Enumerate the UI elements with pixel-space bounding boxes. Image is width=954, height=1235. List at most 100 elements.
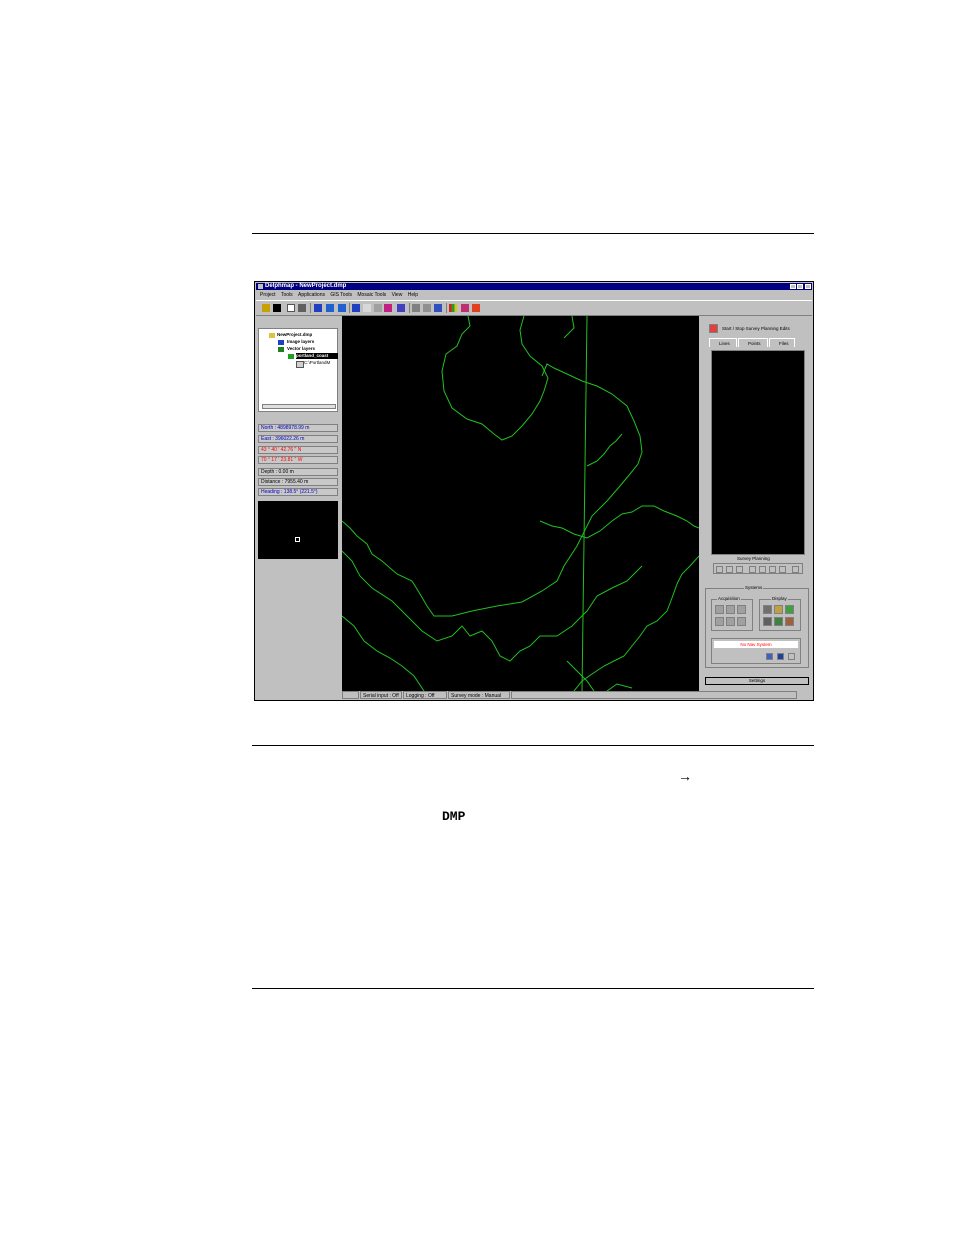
chart-icon[interactable] — [774, 605, 783, 614]
open-folder-icon[interactable] — [262, 304, 270, 312]
menu-help[interactable]: Help — [408, 291, 418, 299]
nav-settings-icon[interactable] — [766, 653, 773, 660]
top-rule — [252, 233, 814, 234]
status-blank — [342, 691, 359, 699]
tab-files-label: Files — [779, 341, 789, 346]
tree-root[interactable]: NewProject.dmp — [277, 332, 312, 338]
zoom-in-icon[interactable] — [326, 304, 334, 312]
nav-warning-icon[interactable] — [788, 653, 795, 660]
text-tool-icon[interactable] — [384, 304, 392, 312]
maximize-button[interactable] — [797, 284, 803, 289]
file-icon — [296, 361, 304, 368]
sonar-icon[interactable] — [715, 605, 724, 614]
measure-icon[interactable] — [352, 304, 360, 312]
stop-icon[interactable] — [726, 617, 735, 626]
tree-image-layers[interactable]: Image layers — [287, 339, 314, 345]
minimize-button[interactable] — [790, 284, 796, 289]
map-view[interactable] — [341, 315, 700, 692]
nav-acq-icon[interactable] — [726, 605, 735, 614]
swap-icon[interactable] — [785, 605, 794, 614]
status-blank — [511, 691, 797, 699]
survey-planning-label: Survey Planning — [737, 556, 770, 561]
nav-connect-icon[interactable] — [777, 653, 784, 660]
menu-tools[interactable]: Tools — [281, 291, 293, 299]
display-label: Display — [771, 596, 788, 601]
menu-project[interactable]: Project — [260, 291, 276, 299]
nav-system-box: No Nav System — [711, 638, 801, 664]
grid-icon[interactable] — [397, 304, 405, 312]
coastline-path — [573, 555, 700, 692]
delete-line-icon[interactable] — [792, 566, 799, 573]
settings-button[interactable]: Settings — [705, 677, 809, 685]
gyro-icon[interactable] — [737, 605, 746, 614]
zoom-out-icon[interactable] — [338, 304, 346, 312]
menu-view[interactable]: View — [392, 291, 403, 299]
palette-icon[interactable] — [461, 304, 469, 312]
new-document-icon[interactable] — [287, 304, 295, 312]
acquisition-label: Acquisition — [717, 596, 741, 601]
north-readout: North : 4898978.99 m — [258, 424, 338, 432]
vector-layer-icon — [278, 347, 284, 352]
list-icon[interactable] — [779, 566, 786, 573]
save-icon[interactable] — [273, 304, 281, 312]
table-icon[interactable] — [434, 304, 442, 312]
reverse-line-icon[interactable] — [759, 566, 766, 573]
profile-icon[interactable] — [785, 617, 794, 626]
close-button[interactable] — [805, 284, 811, 289]
acquisition-group — [711, 599, 753, 631]
application-window: Delphmap - NewProject.dmp Project Tools … — [254, 281, 814, 701]
next-line-icon[interactable] — [736, 566, 743, 573]
arrow-glyph: → — [678, 768, 692, 784]
toolbar-separator — [310, 303, 311, 313]
record-icon[interactable] — [715, 617, 724, 626]
select-icon[interactable] — [374, 304, 382, 312]
color-bars-icon[interactable] — [449, 304, 457, 312]
tree-layer-portland[interactable]: portland_coast — [296, 353, 338, 359]
nav-status: No Nav System — [714, 641, 798, 648]
toolbar-separator — [349, 303, 350, 313]
distance-readout: Distance : 7955.40 m — [258, 478, 338, 486]
layer-icon[interactable] — [423, 304, 431, 312]
coastline-path — [586, 433, 623, 467]
survey-lines-list[interactable] — [711, 350, 805, 555]
wand-icon[interactable] — [472, 304, 480, 312]
first-line-icon[interactable] — [716, 566, 723, 573]
tab-points[interactable]: Points — [738, 338, 768, 347]
tab-lines[interactable]: Lines — [709, 338, 737, 347]
waterfall-icon[interactable] — [763, 605, 772, 614]
menu-applications[interactable]: Applications — [298, 291, 325, 299]
layer-tree[interactable]: NewProject.dmp Image layers Vector layer… — [258, 328, 338, 412]
middle-rule — [252, 745, 814, 746]
pan-icon[interactable] — [314, 304, 322, 312]
start-stop-label: Start / Stop Survey Planning Edits — [722, 326, 790, 331]
edit-line-icon[interactable] — [749, 566, 756, 573]
menu-mosaic-tools[interactable]: Mosaic Tools — [357, 291, 386, 299]
tree-horizontal-scrollbar[interactable] — [262, 404, 336, 409]
map-icon[interactable] — [774, 617, 783, 626]
print-icon[interactable] — [298, 304, 306, 312]
serial-input-status: Serial input : Off — [360, 691, 402, 699]
project-icon — [269, 333, 275, 338]
menu-gis-tools[interactable]: GIS Tools — [330, 291, 352, 299]
toolbar — [256, 300, 812, 316]
image-layer-icon — [278, 340, 284, 345]
tree-vector-layers[interactable]: Vector layers — [287, 346, 315, 352]
title-bar: Delphmap - NewProject.dmp — [256, 283, 812, 290]
systems-label: Systems — [744, 585, 764, 590]
bottom-rule — [252, 988, 814, 989]
display-group — [759, 599, 801, 631]
previous-line-icon[interactable] — [726, 566, 733, 573]
hand-icon[interactable] — [363, 304, 371, 312]
log-icon[interactable] — [737, 617, 746, 626]
flag-icon[interactable] — [412, 304, 420, 312]
survey-edit-icon[interactable] — [709, 324, 718, 333]
tree-file-path: C:\PortlandM — [304, 360, 331, 365]
offset-line-icon[interactable] — [769, 566, 776, 573]
check-icon — [288, 354, 294, 359]
overview-map[interactable] — [258, 501, 338, 559]
tab-files[interactable]: Files — [769, 338, 795, 347]
app-icon — [258, 284, 263, 289]
image-icon[interactable] — [763, 617, 772, 626]
heading-readout: Heading : 138.5° (221.5°) — [258, 488, 338, 496]
window-title: Delphmap - NewProject.dmp — [265, 283, 347, 289]
